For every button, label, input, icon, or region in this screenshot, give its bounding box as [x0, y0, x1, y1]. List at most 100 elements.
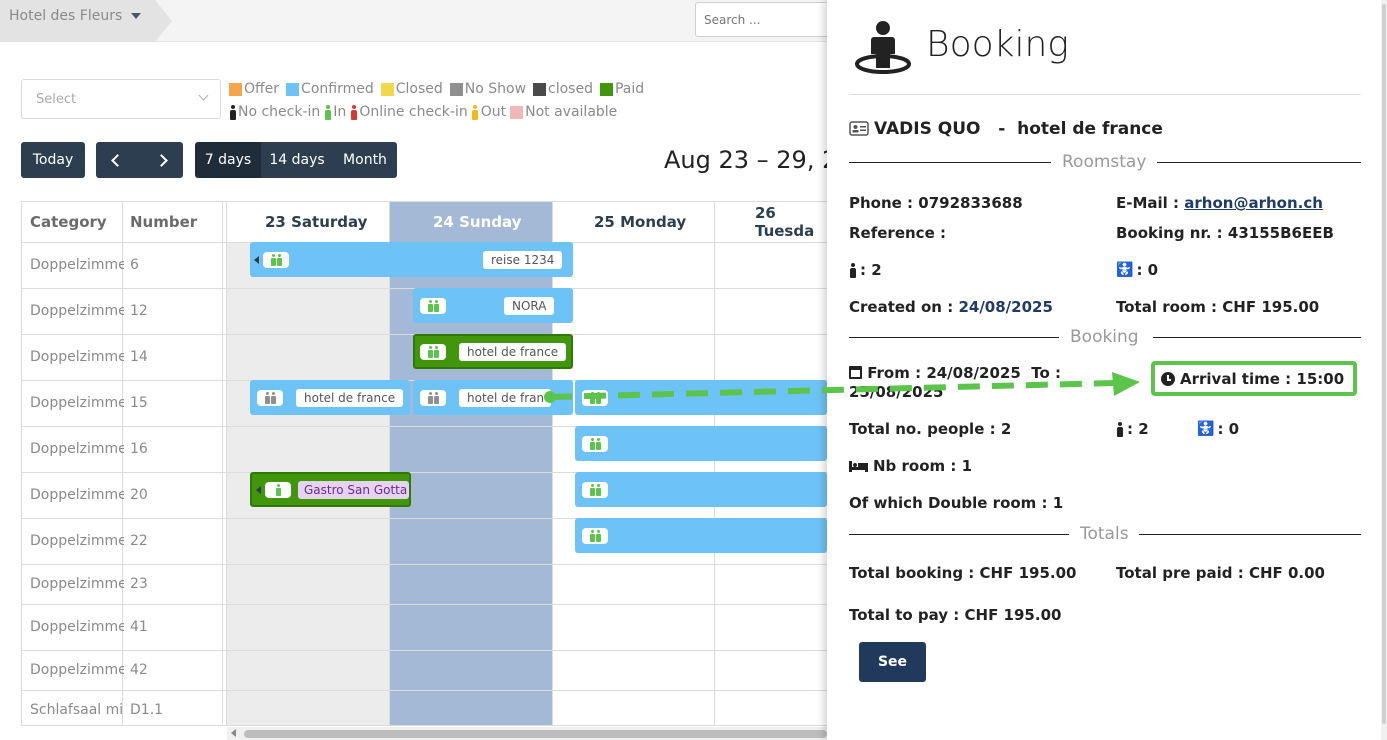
reference-label: Reference : — [849, 224, 946, 242]
see-button[interactable]: See — [859, 642, 926, 682]
legend-item-status[interactable]: No Show — [449, 81, 527, 97]
header-number[interactable]: Number — [130, 202, 197, 242]
room-category: Doppelzimmer — [30, 257, 124, 273]
legend-item-checkin[interactable]: In — [324, 104, 346, 120]
header-day: 23 Saturday — [265, 213, 368, 231]
booking-bar[interactable]: hotel de france — [250, 380, 410, 415]
total-to-pay-value: CHF 195.00 — [964, 606, 1062, 624]
hotel-name[interactable]: Hotel des Fleurs — [9, 8, 122, 24]
nb-room-value: 1 — [961, 457, 973, 475]
room-number: 20 — [130, 487, 148, 503]
total-people-row: Total no. people : 2 — [849, 420, 1012, 438]
total-room-value: CHF 195.00 — [1222, 298, 1320, 316]
legend-swatch — [510, 105, 524, 119]
total-to-pay-row: Total to pay : CHF 195.00 — [849, 606, 1062, 624]
legend-label: Paid — [614, 81, 645, 97]
calendar-grid: Category Number 23 Saturday 24 Sunday 25… — [21, 201, 841, 726]
room-row[interactable]: Doppelzimmer 23 — [22, 564, 840, 604]
legend-item-checkin[interactable]: Out — [472, 104, 506, 120]
header-day: 24 Sunday — [433, 213, 522, 231]
legend-item-checkin[interactable]: Online check-in — [350, 104, 468, 120]
room-row[interactable]: Doppelzimmer 41 — [22, 604, 840, 650]
status-legend: Offer Confirmed Closed No Show closed Paid — [229, 81, 648, 97]
legend-item-status[interactable]: Offer — [229, 81, 279, 97]
today-button[interactable]: Today — [21, 142, 85, 178]
guests-in-icon — [582, 435, 608, 452]
date-nav-group — [96, 142, 183, 178]
child-icon: 🚼 — [1116, 262, 1134, 278]
legend-swatch — [533, 82, 547, 96]
view-switcher: 7 days 14 days Month — [195, 142, 397, 178]
section-roomstay: Roomstay — [849, 152, 1361, 172]
chevron-down-icon — [198, 90, 209, 101]
total-prepaid-value: CHF 0.00 — [1248, 564, 1325, 582]
legend-swatch — [286, 82, 300, 96]
total-prepaid-row: Total pre paid : CHF 0.00 — [1116, 564, 1325, 582]
chevron-left-icon — [111, 153, 125, 167]
nb-room-row: Nb room : 1 — [849, 457, 972, 475]
booking-bar[interactable]: hotel de france — [413, 334, 573, 369]
created-row: Created on : 24/08/2025 — [849, 298, 1053, 316]
adult-icon — [1116, 421, 1123, 437]
room-number: 14 — [130, 349, 148, 365]
id-card-icon — [849, 121, 869, 136]
view-month-button[interactable]: Month — [333, 142, 397, 178]
booking-bar[interactable]: reise 1234 — [250, 242, 573, 277]
booking-bar[interactable]: NORA — [413, 288, 573, 323]
chevron-right-icon — [154, 153, 168, 167]
legend-label: closed — [548, 81, 593, 97]
booking-label: NORA — [504, 297, 555, 315]
search-input[interactable] — [695, 2, 835, 37]
arrival-time-row: Arrival time : 15:00 — [1161, 370, 1344, 388]
booking-bar[interactable] — [575, 426, 827, 461]
booking-label: reise 1234 — [483, 251, 563, 269]
booking-bar[interactable]: Gastro San Gotta — [250, 472, 411, 507]
legend-label: No Show — [464, 81, 527, 97]
view-14-days-button[interactable]: 14 days — [261, 142, 333, 178]
double-room-row: Of which Double room : 1 — [849, 494, 1064, 512]
email-row: E-Mail : arhon@arhon.ch — [1116, 194, 1323, 212]
user-location-icon — [855, 21, 911, 74]
highlight-arrow — [544, 372, 1140, 403]
panel-title: Booking — [926, 24, 1069, 65]
room-row[interactable]: Schlafsaal mi D1.1 — [22, 690, 840, 725]
double-room-value: 1 — [1052, 494, 1064, 512]
adults-row-2: : 2 — [1116, 420, 1149, 438]
room-number: 41 — [130, 619, 148, 635]
phone-value: 0792833688 — [918, 194, 1023, 212]
guests-in-icon — [420, 343, 446, 360]
room-number: 22 — [130, 533, 148, 549]
filter-select[interactable]: Select — [21, 79, 221, 119]
legend-item-status[interactable]: Closed — [380, 81, 443, 97]
email-link[interactable]: arhon@arhon.ch — [1184, 194, 1323, 212]
booking-bar[interactable] — [575, 472, 827, 507]
room-row[interactable]: Doppelzimmer 42 — [22, 650, 840, 690]
booking-bar[interactable] — [575, 518, 827, 553]
legend-item-status[interactable]: closed — [533, 81, 593, 97]
legend-item-checkin[interactable]: Not available — [510, 104, 617, 120]
legend-item-checkin[interactable]: No check-in — [229, 104, 320, 120]
booking-nr-row: Booking nr. : 43155B6EEB — [1116, 224, 1334, 242]
scrollbar-thumb[interactable] — [244, 730, 827, 738]
panel-scrollbar-thumb[interactable] — [1382, 4, 1386, 724]
legend-item-status[interactable]: Paid — [599, 81, 645, 97]
checkin-legend: No check-in In Online check-in Out Not avail… — [229, 104, 619, 120]
guests-in-icon — [582, 481, 608, 498]
next-button[interactable] — [140, 142, 184, 178]
prev-button[interactable] — [96, 142, 140, 178]
header-category[interactable]: Category — [30, 202, 107, 242]
booking-nr-value: 43155B6EEB — [1227, 224, 1334, 242]
total-booking-value: CHF 195.00 — [979, 564, 1077, 582]
bed-icon — [849, 460, 868, 472]
scroll-left-arrow-icon[interactable] — [231, 729, 236, 737]
room-category: Doppelzimmer — [30, 662, 124, 678]
view-7-days-button[interactable]: 7 days — [195, 142, 261, 178]
arrival-time-value: 15:00 — [1296, 370, 1345, 388]
legend-label: Offer — [244, 81, 280, 97]
legend-label: No check-in — [238, 104, 321, 120]
legend-item-status[interactable]: Confirmed — [286, 81, 374, 97]
date-range-title: Aug 23 – 29, 2 — [664, 146, 838, 174]
total-room-row: Total room : CHF 195.00 — [1116, 298, 1320, 316]
caret-down-icon[interactable] — [131, 13, 141, 19]
room-category: Doppelzimmer — [30, 576, 124, 592]
